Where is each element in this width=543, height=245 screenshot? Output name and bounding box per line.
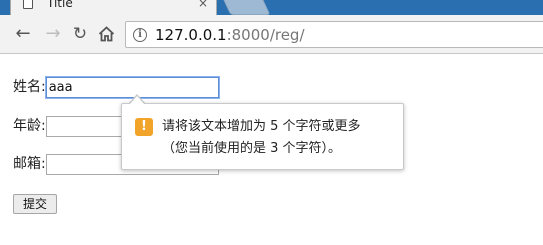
arrow-right-icon[interactable]: → — [44, 25, 62, 43]
url-text[interactable]: 127.0.0.1:8000/reg/ — [155, 26, 305, 44]
tooltip-message-line1: 请将该文本增加为 5 个字符或更多 — [162, 119, 361, 134]
new-tab-button[interactable] — [221, 0, 271, 15]
validation-tooltip: ! 请将该文本增加为 5 个字符或更多 （您当前使用的是 3 个字符）。 — [121, 103, 404, 170]
tab-title: Title — [47, 0, 73, 10]
url-host: 127.0.0.1 — [155, 26, 227, 44]
url-port: :8000 — [226, 26, 270, 44]
info-icon[interactable]: i — [133, 28, 147, 42]
email-label: 邮箱: — [13, 156, 46, 172]
reload-icon[interactable]: ↻ — [71, 25, 89, 43]
tooltip-arrow — [129, 96, 145, 105]
close-icon[interactable]: × — [198, 0, 208, 10]
url-path: /reg/ — [269, 26, 305, 44]
browser-tab[interactable]: Title × — [10, 0, 217, 15]
address-bar[interactable]: i 127.0.0.1:8000/reg/ — [125, 21, 543, 48]
age-label: 年龄: — [13, 118, 46, 134]
arrow-left-icon[interactable]: ← — [14, 25, 32, 43]
warning-icon: ! — [135, 118, 153, 136]
submit-button[interactable]: 提交 — [13, 194, 57, 214]
browser-toolbar: ← → ↻ i 127.0.0.1:8000/reg/ — [0, 15, 543, 54]
name-row: 姓名: — [13, 75, 220, 99]
name-label: 姓名: — [13, 79, 46, 95]
page-icon — [23, 0, 33, 9]
tooltip-message-line2: （您当前使用的是 3 个字符）。 — [162, 141, 342, 156]
tab-strip: Title × — [0, 0, 543, 15]
home-icon[interactable] — [97, 25, 115, 43]
